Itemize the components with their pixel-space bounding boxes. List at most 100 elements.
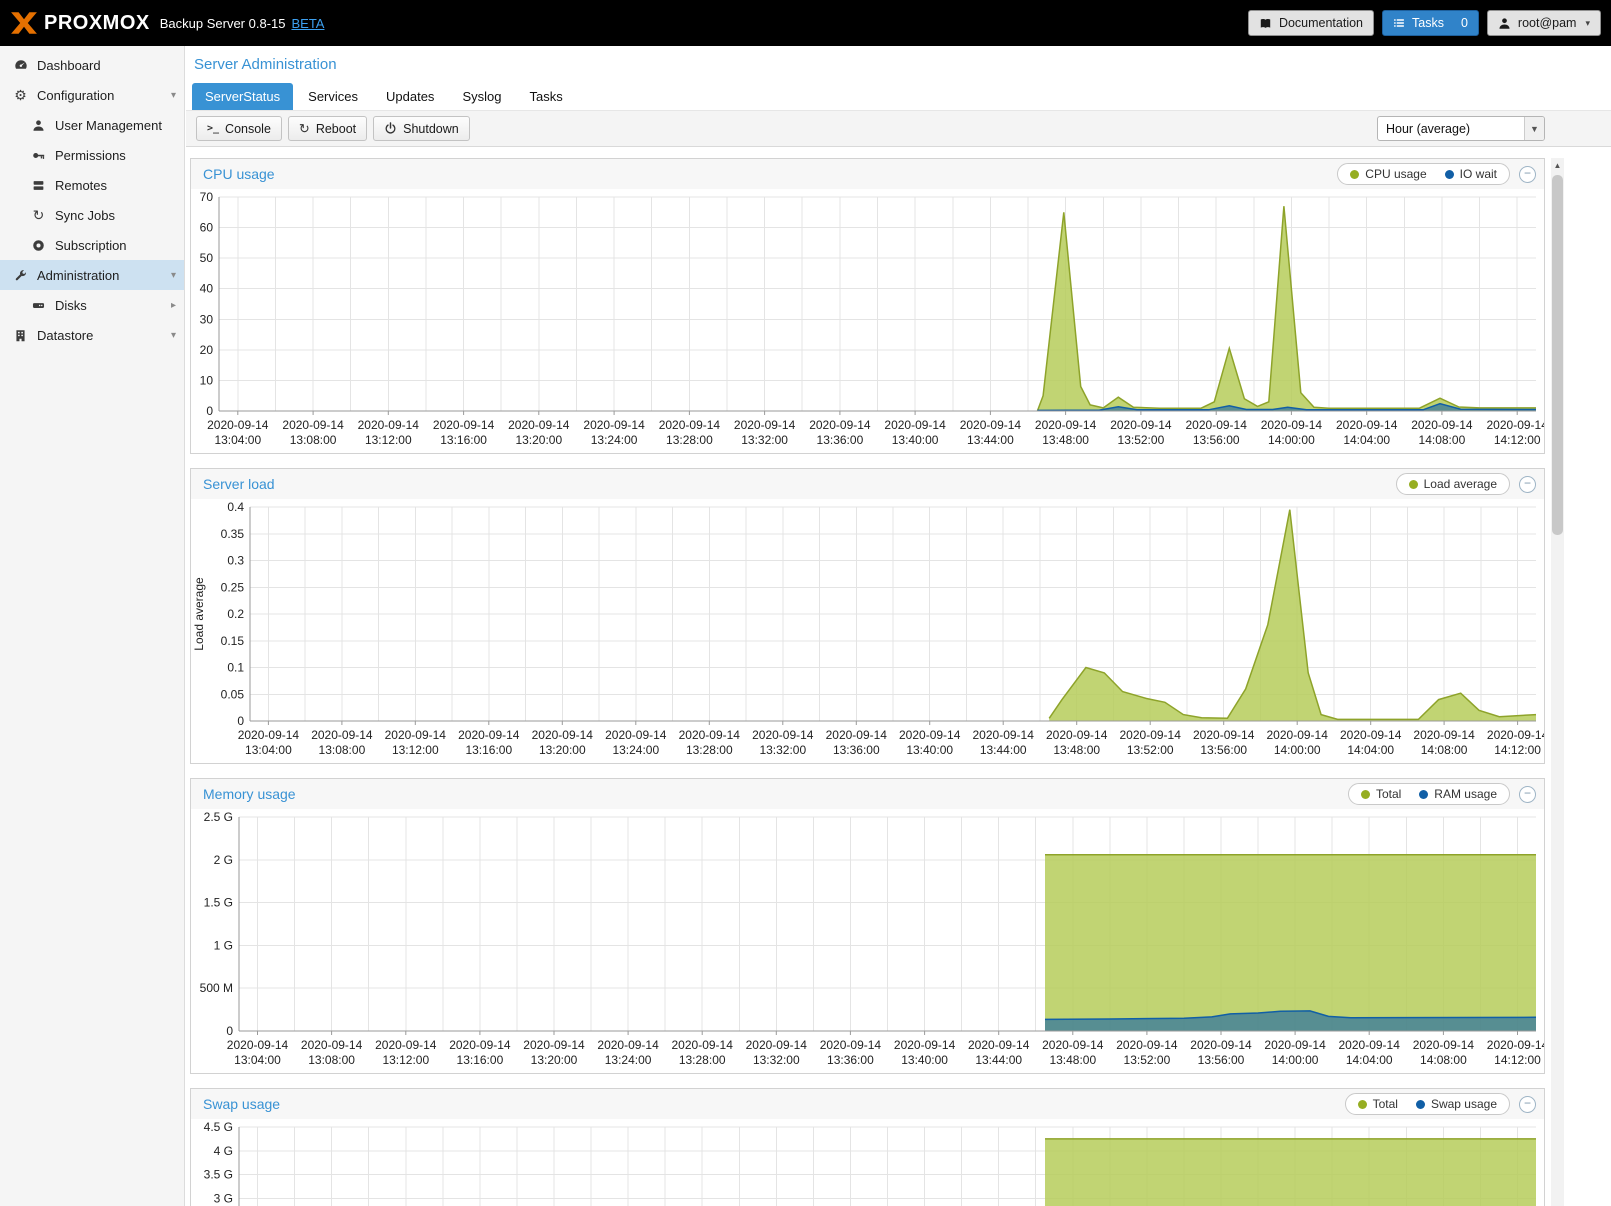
collapse-chart-button[interactable]: − [1519, 476, 1536, 493]
legend-dot-icon [1419, 790, 1428, 799]
svg-text:0: 0 [226, 1024, 233, 1038]
svg-text:14:00:00: 14:00:00 [1274, 743, 1321, 757]
svg-text:13:28:00: 13:28:00 [666, 433, 713, 447]
svg-text:2020-09-14: 2020-09-14 [458, 728, 520, 742]
sidebar-item-configuration[interactable]: ⚙Configuration▾ [0, 80, 184, 110]
legend-label: IO wait [1460, 167, 1497, 181]
svg-text:0.15: 0.15 [221, 634, 245, 648]
legend-label: CPU usage [1365, 167, 1426, 181]
server-icon [30, 179, 47, 192]
svg-text:20: 20 [200, 343, 214, 357]
svg-text:2020-09-14: 2020-09-14 [583, 418, 645, 432]
sidebar-item-sync-jobs[interactable]: ↻Sync Jobs [0, 200, 184, 230]
sidebar-item-administration[interactable]: Administration▾ [0, 260, 184, 290]
topbar: PROXMOX Backup Server 0.8-15 BETA Docume… [0, 0, 1611, 46]
tab-updates[interactable]: Updates [373, 83, 447, 110]
svg-text:2020-09-14: 2020-09-14 [207, 418, 269, 432]
svg-text:14:00:00: 14:00:00 [1268, 433, 1315, 447]
sidebar: Dashboard⚙Configuration▾User ManagementP… [0, 46, 185, 1206]
svg-text:13:28:00: 13:28:00 [679, 1053, 726, 1067]
time-range-value: Hour (average) [1378, 122, 1524, 136]
sidebar-item-remotes[interactable]: Remotes [0, 170, 184, 200]
sidebar-item-label: Datastore [37, 328, 93, 343]
beta-link[interactable]: BETA [291, 16, 324, 31]
sidebar-item-dashboard[interactable]: Dashboard [0, 50, 184, 80]
svg-text:13:56:00: 13:56:00 [1198, 1053, 1245, 1067]
svg-text:2020-09-14: 2020-09-14 [659, 418, 721, 432]
building-icon [12, 329, 29, 342]
sidebar-item-disks[interactable]: Disks▸ [0, 290, 184, 320]
tasks-button[interactable]: Tasks 0 [1382, 10, 1479, 36]
tab-tasks[interactable]: Tasks [516, 83, 575, 110]
svg-text:2020-09-14: 2020-09-14 [301, 1038, 363, 1052]
tab-services[interactable]: Services [295, 83, 371, 110]
svg-text:2020-09-14: 2020-09-14 [820, 1038, 882, 1052]
svg-text:13:16:00: 13:16:00 [457, 1053, 504, 1067]
legend-dot-icon [1350, 170, 1359, 179]
svg-text:2020-09-14: 2020-09-14 [1339, 1038, 1401, 1052]
sidebar-item-label: Subscription [55, 238, 127, 253]
svg-text:0: 0 [237, 714, 244, 728]
svg-text:13:24:00: 13:24:00 [612, 743, 659, 757]
svg-text:1.5 G: 1.5 G [204, 896, 233, 910]
svg-text:1 G: 1 G [214, 938, 233, 952]
legend-dot-icon [1445, 170, 1454, 179]
panel-header: Swap usageTotalSwap usage− [191, 1089, 1544, 1119]
svg-text:2020-09-14: 2020-09-14 [1116, 1038, 1178, 1052]
charts-area: CPU usageCPU usageIO wait−01020304050607… [190, 158, 1545, 1206]
svg-text:2020-09-14: 2020-09-14 [1487, 728, 1544, 742]
console-button[interactable]: >_Console [196, 116, 282, 141]
svg-text:0.4: 0.4 [227, 500, 244, 514]
user-menu-button[interactable]: root@pam ▾ [1487, 10, 1601, 36]
sidebar-item-permissions[interactable]: Permissions [0, 140, 184, 170]
book-icon [1259, 17, 1272, 30]
svg-text:2020-09-14: 2020-09-14 [1193, 728, 1255, 742]
server-load-chart: 00.050.10.150.20.250.30.350.42020-09-141… [191, 499, 1544, 763]
svg-text:2.5 G: 2.5 G [204, 810, 233, 824]
svg-text:2020-09-14: 2020-09-14 [238, 728, 300, 742]
scroll-up-icon[interactable]: ▲ [1551, 158, 1564, 172]
toolbar: >_Console↻RebootShutdown Hour (average) … [186, 110, 1611, 147]
svg-text:13:04:00: 13:04:00 [214, 433, 261, 447]
sidebar-item-label: Configuration [37, 88, 114, 103]
svg-text:13:40:00: 13:40:00 [892, 433, 939, 447]
sidebar-item-user-management[interactable]: User Management [0, 110, 184, 140]
reboot-button[interactable]: ↻Reboot [288, 116, 367, 141]
svg-text:2020-09-14: 2020-09-14 [1042, 1038, 1104, 1052]
shutdown-button[interactable]: Shutdown [373, 116, 470, 141]
legend-label: RAM usage [1434, 787, 1497, 801]
svg-text:2020-09-14: 2020-09-14 [1336, 418, 1398, 432]
sidebar-item-subscription[interactable]: Subscription [0, 230, 184, 260]
collapse-chart-button[interactable]: − [1519, 786, 1536, 803]
svg-text:0.25: 0.25 [221, 580, 245, 594]
svg-text:2020-09-14: 2020-09-14 [746, 1038, 808, 1052]
wrench-icon [12, 269, 29, 282]
svg-text:13:44:00: 13:44:00 [975, 1053, 1022, 1067]
svg-text:2020-09-14: 2020-09-14 [1261, 418, 1323, 432]
collapse-chart-button[interactable]: − [1519, 1096, 1536, 1113]
svg-text:Load average: Load average [192, 577, 206, 651]
svg-text:13:44:00: 13:44:00 [980, 743, 1027, 757]
tab-serverstatus[interactable]: ServerStatus [192, 83, 293, 110]
panel-header: Server loadLoad average− [191, 469, 1544, 499]
collapse-chart-button[interactable]: − [1519, 166, 1536, 183]
svg-text:0.2: 0.2 [227, 607, 244, 621]
svg-text:2 G: 2 G [214, 853, 233, 867]
svg-text:2020-09-14: 2020-09-14 [809, 418, 871, 432]
tab-syslog[interactable]: Syslog [449, 83, 514, 110]
documentation-button[interactable]: Documentation [1248, 10, 1374, 36]
user-icon [1498, 17, 1511, 30]
svg-text:13:04:00: 13:04:00 [234, 1053, 281, 1067]
sidebar-item-datastore[interactable]: Datastore▾ [0, 320, 184, 350]
chevron-down-icon: ▾ [171, 90, 176, 101]
vertical-scrollbar[interactable]: ▲ [1551, 158, 1564, 1206]
scrollbar-thumb[interactable] [1552, 175, 1563, 535]
svg-text:2020-09-14: 2020-09-14 [1267, 728, 1329, 742]
chart-legend: TotalSwap usage [1345, 1093, 1510, 1115]
user-icon [30, 119, 47, 132]
chart-svg: 00.050.10.150.20.250.30.350.42020-09-141… [191, 499, 1544, 763]
svg-text:3.5 G: 3.5 G [204, 1168, 233, 1182]
svg-text:2020-09-14: 2020-09-14 [1413, 728, 1475, 742]
panel-memory-usage: Memory usageTotalRAM usage−0500 M1 G1.5 … [190, 778, 1545, 1074]
time-range-select[interactable]: Hour (average) ▼ [1377, 116, 1545, 141]
